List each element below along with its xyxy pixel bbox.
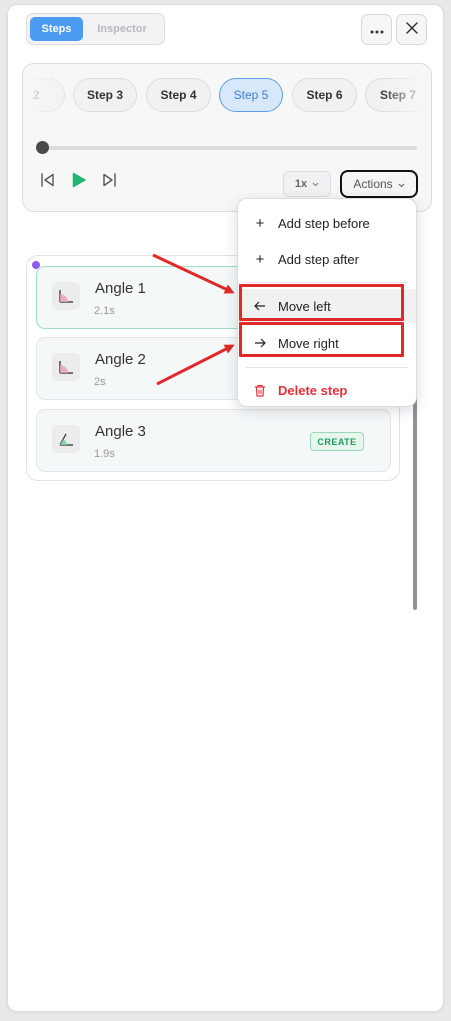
menu-item-delete-step[interactable]: Delete step [238,373,416,407]
step-title: Angle 2 [95,351,146,368]
step-chip-3[interactable]: Step 3 [73,78,137,112]
highlight-move-right [239,322,404,357]
create-badge: CREATE [310,432,364,451]
close-icon [405,21,418,39]
chips-fade-right [381,78,431,114]
step-duration: 2.1s [94,305,115,317]
skip-back-icon [40,172,56,192]
step-title: Angle 3 [95,423,146,440]
more-options-button[interactable] [361,14,392,45]
menu-divider [246,282,408,283]
menu-item-add-step-after[interactable]: + Add step after [238,242,416,276]
tab-steps[interactable]: Steps [30,17,83,41]
trash-icon [252,384,268,397]
steps-panel: Steps Inspector 2 Step 3 Step 4 Step 5 S… [7,4,444,1012]
step-duration: 2s [94,376,106,388]
actions-button[interactable]: Actions [340,170,418,198]
menu-item-label: Add step before [278,215,370,231]
playback-speed-select[interactable]: 1x [283,171,331,197]
more-horizontal-icon [370,21,384,39]
chips-fade-left [23,78,73,114]
play-icon [72,172,86,193]
menu-divider [246,367,408,368]
skip-forward-button[interactable] [100,172,118,192]
menu-item-label: Add step after [278,251,359,267]
player-card: 2 Step 3 Step 4 Step 5 Step 6 Step 7 [22,63,432,212]
angle-icon [52,353,80,381]
play-button[interactable] [70,172,88,193]
angle-icon [52,425,80,453]
speed-label: 1x [294,178,308,190]
step-chip-5[interactable]: Step 5 [219,78,283,112]
skip-back-button[interactable] [39,172,57,192]
highlight-move-left [239,284,404,321]
tab-inspector[interactable]: Inspector [83,17,161,41]
step-chip-6[interactable]: Step 6 [292,78,357,112]
actions-label: Actions [353,177,393,191]
step-title: Angle 1 [95,280,146,297]
chevron-down-icon [312,178,319,190]
step-chips: 2 Step 3 Step 4 Step 5 Step 6 Step 7 [23,78,431,114]
close-button[interactable] [396,14,427,45]
angle-icon [52,282,80,310]
chevron-down-icon [398,177,405,191]
step-item-angle-3[interactable]: Angle 3 1.9s CREATE [36,409,391,472]
timeline-track[interactable] [41,146,417,150]
step-chip-4[interactable]: Step 4 [146,78,211,112]
skip-forward-icon [101,172,117,192]
plus-icon: + [255,250,265,268]
step-duration: 1.9s [94,448,115,460]
panel-tabs: Steps Inspector [26,13,165,45]
plus-icon: + [255,214,265,232]
menu-item-add-step-before[interactable]: + Add step before [238,206,416,240]
timeline-scrubber[interactable] [36,141,49,154]
menu-item-label: Delete step [278,382,348,398]
